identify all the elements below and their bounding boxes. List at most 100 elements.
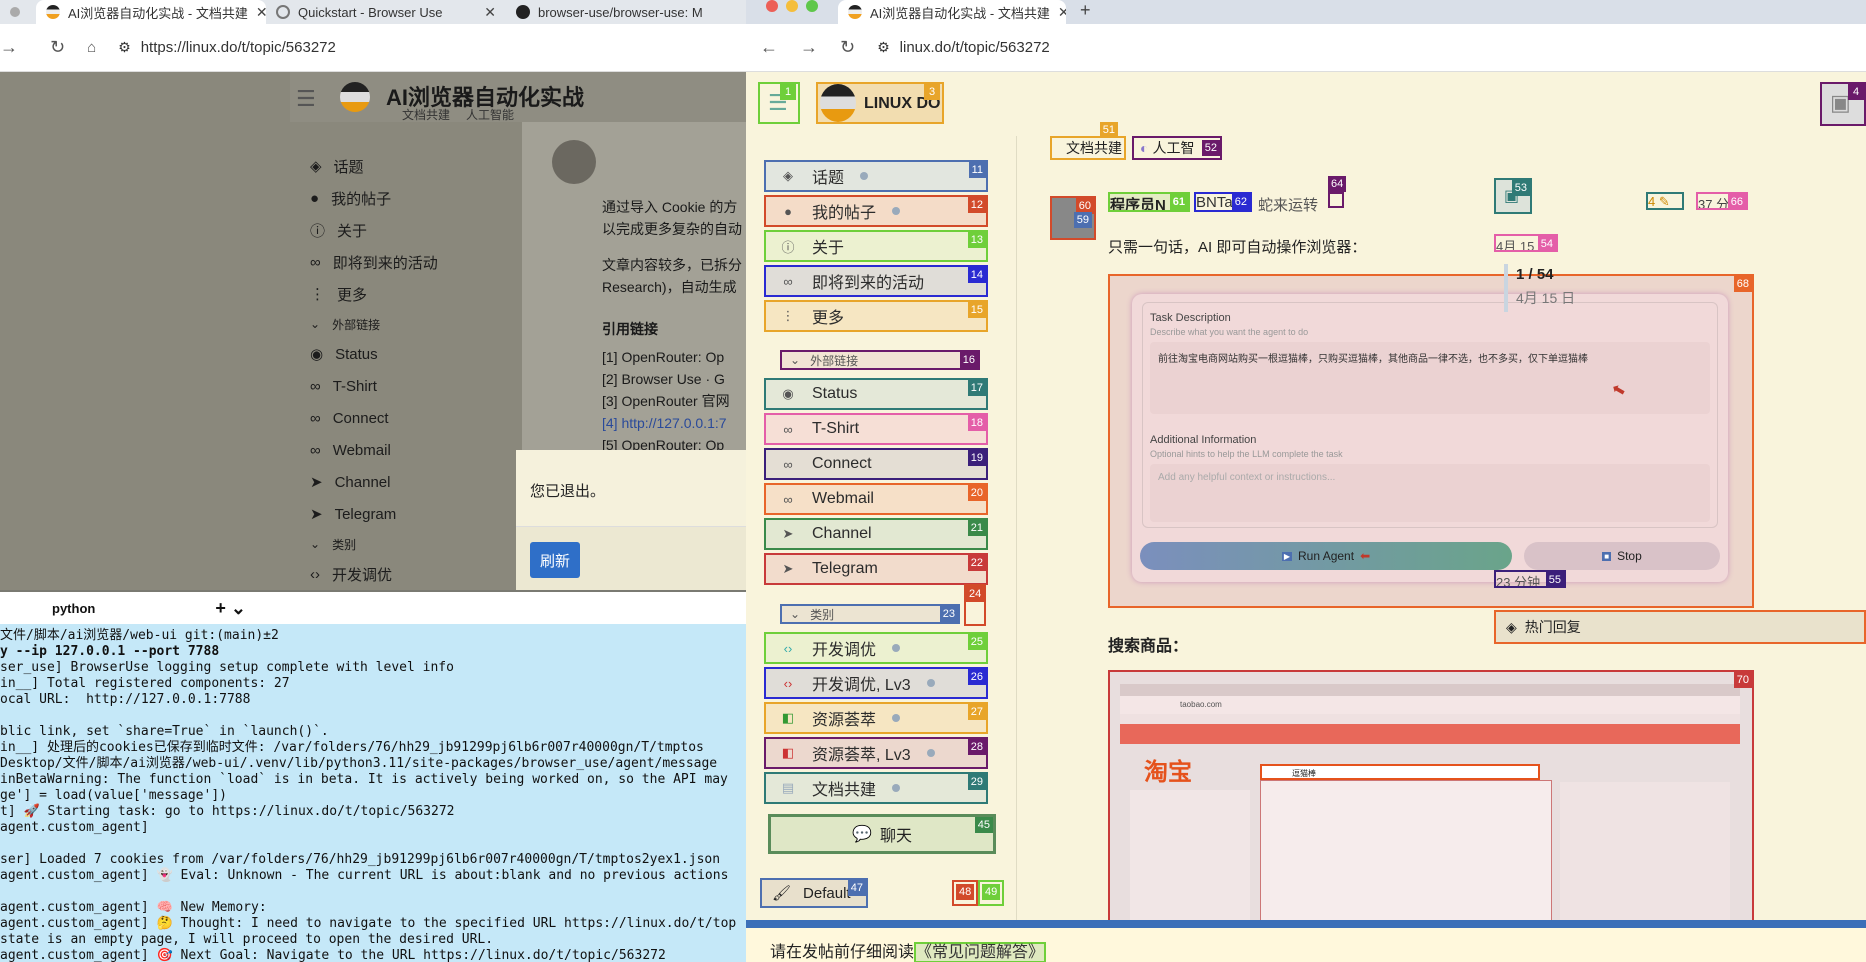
notice-text: 请在发帖前仔细阅读 <box>770 944 915 961</box>
hamburger-icon[interactable]: ☰ <box>296 86 316 112</box>
additional-textarea[interactable]: Add any helpful context or instructions.… <box>1150 464 1710 522</box>
stop-button[interactable]: ■ Stop <box>1524 542 1720 570</box>
forward-icon[interactable]: → <box>800 37 818 58</box>
sidebar-item-events[interactable]: ∞ 即将到来的活动 14 <box>764 265 988 297</box>
hamburger-button[interactable]: ☰ 1 <box>758 82 800 124</box>
sidebar-item-more[interactable]: ⋮ 更多 <box>290 278 520 310</box>
sidebar-item-connect[interactable]: ∞ Connect <box>290 402 520 434</box>
badge: 17 <box>967 380 986 396</box>
sidebar-item-dev[interactable]: ‹› 开发调优 <box>290 558 520 590</box>
tab-ai-browser-right[interactable]: AI浏览器自动化实战 - 文档共建 ✕ <box>838 0 1066 24</box>
sidebar-item-more[interactable]: ⋮ 更多 15 <box>764 300 988 332</box>
tab-quickstart[interactable]: Quickstart - Browser Use ✕ <box>266 0 506 24</box>
sidebar-item-tshirt[interactable]: ∞ T-Shirt 18 <box>764 413 988 445</box>
tab-github[interactable]: browser-use/browser-use: M <box>506 0 746 24</box>
hot-replies-button[interactable]: ◈ 热门回复 <box>1494 610 1866 644</box>
sidebar-item-about[interactable]: ⓘ 关于 <box>290 214 520 246</box>
sidebar-item-connect[interactable]: ∞ Connect 19 <box>764 448 988 480</box>
timeline-start-date[interactable]: 4月 15 54 <box>1494 234 1558 252</box>
faq-link[interactable]: 《常见问题解答》 <box>914 942 1047 962</box>
label: Connect <box>812 455 872 472</box>
taobao-search-box[interactable]: 逗猫棒 <box>1260 764 1540 780</box>
toggle-sidebar-button[interactable]: 49 <box>978 880 1004 906</box>
likes-count[interactable]: 4 ✎65 <box>1646 192 1684 210</box>
ref-link[interactable]: [4] http://127.0.0.1:7 <box>602 412 746 434</box>
plus-icon[interactable]: + ⌄ <box>215 598 246 619</box>
minimize-window-icon[interactable] <box>786 0 798 12</box>
sidebar-item-dev[interactable]: ‹› 开发调优 25 <box>764 632 988 664</box>
ref-link[interactable]: [3] OpenRouter 官网 <box>602 390 746 412</box>
close-icon[interactable]: ✕ <box>256 4 266 21</box>
back-icon[interactable]: ← <box>760 37 778 58</box>
sidebar-item-dev-lv3[interactable]: ‹› 开发调优, Lv3 26 <box>764 667 988 699</box>
sidebar-item-resources[interactable]: ◧ 资源荟萃 27 <box>764 702 988 734</box>
sidebar-item-telegram[interactable]: ➤ Telegram <box>290 498 520 530</box>
sidebar-item-about[interactable]: ⓘ 关于 13 <box>764 230 988 262</box>
author-avatar[interactable]: 60 59 <box>1050 196 1096 240</box>
sidebar-item-tshirt[interactable]: ∞ T-Shirt <box>290 370 520 402</box>
taobao-screenshot[interactable]: 70 taobao.com 淘宝 逗猫棒 <box>1108 670 1754 932</box>
author-handle[interactable]: BNTa 62 <box>1194 192 1252 212</box>
close-window-icon[interactable] <box>766 0 778 12</box>
site-settings-icon[interactable]: ⚙ <box>877 39 890 56</box>
agent-ui-screenshot[interactable]: 68 Task Description Describe what you wa… <box>1108 274 1754 608</box>
post-time[interactable]: 37 分 66 <box>1696 192 1748 210</box>
avatar[interactable] <box>552 140 596 184</box>
linuxdo-logo-icon[interactable] <box>340 82 370 112</box>
tag-docs[interactable]: 文档共建 51 <box>1050 122 1126 160</box>
section-categories[interactable]: ⌄ 类别 <box>290 530 520 558</box>
terminal-tab[interactable]: python <box>52 601 95 616</box>
chat-button[interactable]: 💬 聊天 45 <box>768 814 996 854</box>
timeline-end-date[interactable]: 23 分钟 55 <box>1494 570 1566 588</box>
run-agent-button[interactable]: ▶ Run Agent ⬅ <box>1140 542 1512 570</box>
section-external-links[interactable]: ⌄ 外部链接 <box>290 310 520 338</box>
tab-ai-browser[interactable]: AI浏览器自动化实战 - 文档共建 ✕ <box>36 0 266 24</box>
tag-docs[interactable]: 文档共建 <box>402 106 450 123</box>
site-settings-icon[interactable]: ⚙ <box>118 39 131 56</box>
reload-icon[interactable]: ↻ <box>840 37 855 58</box>
ref-link[interactable]: [1] OpenRouter: Op <box>602 346 746 368</box>
section-external-links[interactable]: ⌄ 外部链接 16 <box>780 350 980 370</box>
tag-ai[interactable]: 人工智能 <box>466 106 514 123</box>
sidebar-item-events[interactable]: ∞ 即将到来的活动 <box>290 246 520 278</box>
sidebar-item-my-posts[interactable]: ● 我的帖子 12 <box>764 195 988 227</box>
new-tab-icon[interactable]: + <box>1080 0 1091 21</box>
author-name[interactable]: 程序员N 61 <box>1108 192 1190 212</box>
sidebar-item-channel[interactable]: ➤ Channel <box>290 466 520 498</box>
toggle-timeline-button[interactable]: ▣ 53 <box>1494 178 1532 214</box>
sidebar-item-my-posts[interactable]: ● 我的帖子 <box>290 182 520 214</box>
ref-link[interactable]: [2] Browser Use · G <box>602 368 746 390</box>
theme-selector[interactable]: 🖌 Default 47 <box>760 878 868 908</box>
close-icon[interactable]: ✕ <box>484 4 496 21</box>
tag-ai[interactable]: ◐ 人工智 52 <box>1132 136 1222 160</box>
sidebar-item-status[interactable]: ◉ Status <box>290 338 520 370</box>
sidebar-item-resources-lv3[interactable]: ◧ 资源荟萃, Lv3 28 <box>764 737 988 769</box>
zoom-window-icon[interactable] <box>806 0 818 12</box>
sidebar-item-topics[interactable]: ◈ 话题 11 <box>764 160 988 192</box>
forward-icon[interactable]: → <box>0 37 18 58</box>
sidebar-item-channel[interactable]: ➤ Channel 21 <box>764 518 988 550</box>
close-icon[interactable]: ✕ <box>1058 4 1066 21</box>
site-logo-link[interactable]: LINUX DO 3 <box>816 82 944 124</box>
badge: 4 <box>1848 84 1864 100</box>
sidebar-item-telegram[interactable]: ➤ Telegram 22 <box>764 553 988 585</box>
toggle-dark-button[interactable]: 48 <box>952 880 978 906</box>
right-url-field[interactable]: ⚙ linux.do/t/topic/563272 <box>877 39 1050 56</box>
task-textarea[interactable]: 前往淘宝电商网站购买一根逗猫棒，只购买逗猫棒，其他商品一律不选，也不多买，仅下单… <box>1150 342 1710 414</box>
label: Channel <box>334 473 391 491</box>
user-menu-button[interactable]: ▣ 4 <box>1820 82 1866 126</box>
sidebar-item-docs[interactable]: ▤ 文档共建 29 <box>764 772 988 804</box>
home-icon[interactable]: ⌂ <box>87 39 96 56</box>
post-intro: 只需一句话，AI 即可自动操作浏览器： <box>1108 239 1367 256</box>
sidebar-item-status[interactable]: ◉ Status 17 <box>764 378 988 410</box>
sidebar-item-topics[interactable]: ◈ 话题 <box>290 150 520 182</box>
sidebar-item-webmail[interactable]: ∞ Webmail <box>290 434 520 466</box>
left-tab-strip: AI浏览器自动化实战 - 文档共建 ✕ Quickstart - Browser… <box>0 0 746 24</box>
refresh-button[interactable]: 刷新 <box>530 542 580 578</box>
left-url-field[interactable]: ⚙ https://linux.do/t/topic/563272 <box>118 39 336 56</box>
flair-icon[interactable]: 64 <box>1328 176 1347 208</box>
sidebar-item-webmail[interactable]: ∞ Webmail 20 <box>764 483 988 515</box>
categories-config-button[interactable]: 24 <box>964 584 986 626</box>
reload-icon[interactable]: ↻ <box>50 37 65 58</box>
section-categories[interactable]: ⌄ 类别 23 <box>780 604 960 624</box>
